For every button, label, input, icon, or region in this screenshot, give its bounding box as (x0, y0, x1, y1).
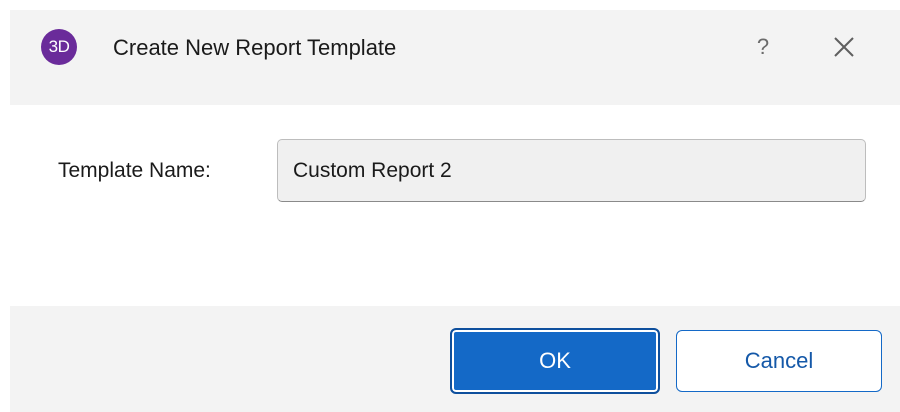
create-report-template-dialog: 3D Create New Report Template ? Template… (0, 0, 900, 412)
ok-button[interactable]: OK (450, 328, 660, 394)
close-button[interactable] (826, 29, 862, 65)
dialog-title: Create New Report Template (113, 35, 397, 60)
cancel-button[interactable]: Cancel (676, 330, 882, 392)
template-name-input[interactable] (277, 139, 866, 202)
help-button[interactable]: ? (748, 29, 778, 65)
template-name-label: Template Name: (58, 159, 211, 182)
close-icon (834, 37, 854, 57)
app-logo-icon: 3D (41, 29, 77, 65)
